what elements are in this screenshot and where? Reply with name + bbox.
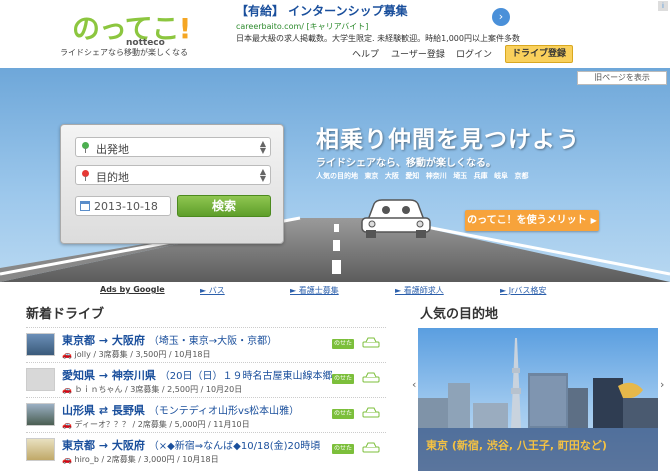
car-small-icon: 🚗 (62, 350, 75, 359)
drive-row[interactable]: 東京都 → 大阪府 （埼玉・東京→大阪・京都） 🚗 jolly / 3席募集 /… (26, 327, 386, 362)
destination-spinner-icon: ▲ ▼ (259, 167, 266, 183)
date-input[interactable]: 2013-10-18 (75, 196, 171, 216)
drive-meta-text: ｂｉｎちゃん / 3席募集 / 2,500円 / 10月20日 (74, 385, 243, 394)
car-illustration (361, 199, 431, 238)
drive-note: （埼玉・東京→大阪・京都） (148, 336, 278, 347)
popular-caption-bar: 東京 (新宿, 渋谷, 八王子, 町田など) (418, 428, 658, 471)
car-icon (362, 442, 380, 453)
drive-row[interactable]: 愛知県 → 神奈川県 （20日（日）１９時名古屋東山線本郷... 🚗 ｂｉｎちゃ… (26, 362, 386, 397)
logo-exclamation: ! (178, 12, 192, 45)
destination-label: 目的地 (96, 171, 129, 184)
merit-button[interactable]: のってこ！を使うメリット ▶ (465, 210, 599, 231)
drive-row[interactable]: 山形県 ⇄ 長野県 （モンテディオ山形vs松本山雅） 🚗 ディーオ？？？ / 2… (26, 397, 386, 432)
drive-thumbnail[interactable] (26, 368, 55, 391)
drive-route: 山形県 ⇄ 長野県 (62, 404, 145, 417)
drive-note: （20日（日）１９時名古屋東山線本郷... (159, 371, 332, 382)
ad-title[interactable]: 【有給】 インターンシップ募集 (236, 2, 536, 19)
top-ad[interactable]: 【有給】 インターンシップ募集 careerbaito.com/ [キャリアバイ… (236, 2, 536, 43)
tagline: ライドシェアなら移動が楽しくなる (60, 48, 188, 57)
popular-destinations-line: 人気の目的地 東京 大阪 愛知 神奈川 埼玉 兵庫 岐阜 京都 (316, 171, 533, 181)
drive-note: （モンテディオ山形vs松本山雅） (148, 406, 300, 417)
ad-link-jr-bus[interactable]: ► Jrバス格安 (500, 285, 546, 296)
hero-subtitle: ライドシェアなら、移動が楽しくなる。 (316, 158, 496, 169)
car-icon (362, 372, 380, 383)
drive-thumbnail[interactable] (26, 438, 55, 461)
ad-link-bus[interactable]: ► バス (200, 285, 225, 296)
play-arrow-icon: ▶ (590, 216, 597, 225)
car-small-icon: 🚗 (62, 420, 75, 429)
ad-link-nurse-jobs[interactable]: ► 看護師求人 (395, 285, 444, 296)
chevron-right-icon[interactable]: › (660, 378, 664, 391)
drive-list: 東京都 → 大阪府 （埼玉・東京→大阪・京都） 🚗 jolly / 3席募集 /… (26, 327, 386, 467)
drive-register-button[interactable]: ドライブ登録 (505, 45, 573, 63)
nav-help[interactable]: ヘルプ (352, 47, 379, 60)
ad-arrow-icon[interactable]: › (492, 8, 510, 26)
drive-thumbnail[interactable] (26, 403, 55, 426)
popular-place-link[interactable]: 大阪 (385, 172, 399, 180)
drive-route-link[interactable]: 山形県 ⇄ 長野県 （モンテディオ山形vs松本山雅） (62, 402, 332, 418)
hero-banner: 旧ページを表示 出発地 ▲ ▼ 目的地 ▲ ▼ 2013-10-18 検索 相乗り仲… (0, 68, 670, 282)
car-small-icon: 🚗 (62, 385, 75, 394)
popular-place-link[interactable]: 兵庫 (474, 172, 488, 180)
ads-by-google[interactable]: Ads by Google (100, 285, 165, 294)
drive-meta: 🚗 ディーオ？？？ / 2席募集 / 5,000円 / 11月10日 (62, 419, 250, 430)
popular-place-link[interactable]: 京都 (515, 172, 529, 180)
drive-route-link[interactable]: 愛知県 → 神奈川県 （20日（日）１９時名古屋東山線本郷... (62, 367, 332, 383)
ride-badge: のせたい (332, 409, 354, 427)
ad-choices-icon[interactable]: i (658, 1, 668, 11)
car-icon (362, 337, 380, 348)
popular-place-link[interactable]: 岐阜 (494, 172, 508, 180)
car-small-icon: 🚗 (62, 455, 75, 464)
hero-title: 相乗り仲間を見つけよう (316, 127, 580, 153)
drive-meta-text: jolly / 3席募集 / 3,500円 / 10月18日 (74, 350, 211, 359)
nav-user-register[interactable]: ユーザー登録 (391, 47, 445, 60)
drive-meta: 🚗 hiro_b / 2席募集 / 3,000円 / 10月18日 (62, 454, 219, 465)
ad-link-nurse-recruit[interactable]: ► 看護士募集 (290, 285, 339, 296)
drive-meta: 🚗 jolly / 3席募集 / 3,500円 / 10月18日 (62, 349, 211, 360)
drive-meta-text: ディーオ？？？ / 2席募集 / 5,000円 / 11月10日 (74, 420, 250, 429)
popular-title: 人気の目的地 (420, 307, 499, 322)
drive-route-link[interactable]: 東京都 → 大阪府 （×◆新宿⇒なんば◆10/18(金)20時頃 (62, 437, 332, 453)
drive-note: （×◆新宿⇒なんば◆10/18(金)20時頃 (148, 441, 321, 452)
search-button[interactable]: 検索 (177, 195, 271, 217)
ride-badge: のせたい (332, 339, 354, 357)
drive-route: 東京都 → 大阪府 (62, 334, 145, 347)
ad-links-row: Ads by Google ► バス ► 看護士募集 ► 看護師求人 ► Jrバ… (0, 283, 670, 297)
origin-pin-icon (82, 142, 89, 153)
ad-url[interactable]: careerbaito.com/ [キャリアバイト] (236, 21, 536, 32)
drive-route-link[interactable]: 東京都 → 大阪府 （埼玉・東京→大阪・京都） (62, 332, 332, 348)
search-panel: 出発地 ▲ ▼ 目的地 ▲ ▼ 2013-10-18 検索 (60, 124, 284, 244)
drive-meta: 🚗 ｂｉｎちゃん / 3席募集 / 2,500円 / 10月20日 (62, 384, 242, 395)
drive-row[interactable]: 東京都 → 大阪府 （×◆新宿⇒なんば◆10/18(金)20時頃 🚗 hiro_… (26, 432, 386, 467)
popular-place-link[interactable]: 埼玉 (453, 172, 467, 180)
calendar-icon[interactable] (80, 201, 90, 211)
destination-pin-icon (82, 170, 89, 181)
drive-route: 愛知県 → 神奈川県 (62, 369, 156, 382)
chevron-left-icon[interactable]: ‹ (412, 378, 416, 391)
page: のってこ! notteco ライドシェアなら移動が楽しくなる 【有給】 インター… (0, 0, 670, 471)
nav-login[interactable]: ログイン (456, 47, 492, 60)
popular-place-link[interactable]: 東京 (364, 172, 378, 180)
ride-badge: のせたい (332, 444, 354, 462)
old-page-button[interactable]: 旧ページを表示 (577, 71, 667, 85)
drive-meta-text: hiro_b / 2席募集 / 3,000円 / 10月18日 (74, 455, 219, 464)
origin-label: 出発地 (96, 143, 129, 156)
new-drives-title: 新着ドライブ (26, 307, 105, 322)
drive-route: 東京都 → 大阪府 (62, 439, 145, 452)
popular-label: 人気の目的地 (316, 172, 358, 180)
origin-select[interactable]: 出発地 ▲ ▼ (75, 137, 271, 157)
ad-description: 日本最大級の求人掲載数。大学生限定. 未経験歓迎。時給1,000円以上案件多数 (236, 34, 520, 43)
destination-select[interactable]: 目的地 ▲ ▼ (75, 165, 271, 185)
drive-thumbnail[interactable] (26, 333, 55, 356)
popular-caption[interactable]: 東京 (新宿, 渋谷, 八王子, 町田など) (426, 437, 607, 453)
popular-place-link[interactable]: 神奈川 (426, 172, 447, 180)
popular-destination-slide[interactable]: 東京 (新宿, 渋谷, 八王子, 町田など) (418, 328, 658, 471)
date-value: 2013-10-18 (94, 200, 158, 213)
ride-badge: のせたい (332, 374, 354, 392)
origin-spinner-icon: ▲ ▼ (259, 139, 266, 155)
popular-place-link[interactable]: 愛知 (405, 172, 419, 180)
car-icon (362, 407, 380, 418)
merit-button-label: のってこ！を使うメリット (467, 215, 587, 226)
